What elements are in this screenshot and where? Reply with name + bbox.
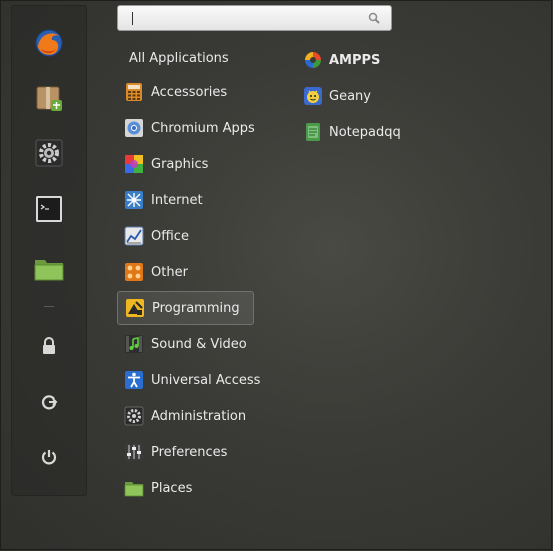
category-administration[interactable]: Administration xyxy=(117,399,254,433)
category-other[interactable]: Other xyxy=(117,255,254,289)
geany-icon xyxy=(304,87,322,105)
chart-icon xyxy=(124,226,144,246)
category-label: Administration xyxy=(151,408,247,424)
admin-gear-icon xyxy=(124,406,144,426)
category-label: Programming xyxy=(152,300,240,316)
category-chromium-apps[interactable]: Chromium Apps xyxy=(117,111,255,145)
other-grid-icon xyxy=(125,263,143,281)
app-label: Notepadqq xyxy=(329,124,401,140)
system-settings-icon xyxy=(35,139,63,167)
category-label: Universal Access xyxy=(151,372,261,388)
text-cursor xyxy=(132,12,133,25)
files-launcher[interactable] xyxy=(32,252,66,286)
category-accessories[interactable]: Accessories xyxy=(117,75,254,109)
firefox-icon xyxy=(35,29,63,57)
color-palette-icon xyxy=(125,155,143,173)
logout-button[interactable] xyxy=(39,392,59,412)
category-label: Graphics xyxy=(151,156,209,172)
app-notepadqq[interactable]: Notepadqq xyxy=(303,120,401,144)
power-icon xyxy=(41,450,57,465)
network-icon xyxy=(125,191,143,209)
category-universal-access[interactable]: Universal Access xyxy=(117,363,260,397)
shutdown-button[interactable] xyxy=(39,447,59,467)
category-label: Other xyxy=(151,264,188,280)
sliders-icon xyxy=(125,443,143,461)
package-manager-launcher[interactable] xyxy=(32,81,66,115)
category-programming[interactable]: Programming xyxy=(117,291,254,325)
terminal-icon xyxy=(36,196,62,222)
programming-tools-icon xyxy=(126,299,144,317)
search-input[interactable] xyxy=(124,9,354,27)
terminal-launcher[interactable] xyxy=(32,192,66,226)
all-applications-category[interactable]: All Applications xyxy=(129,51,229,66)
app-ampps[interactable]: AMPPS xyxy=(303,48,380,72)
category-internet[interactable]: Internet xyxy=(117,183,254,217)
search-box[interactable] xyxy=(117,5,392,31)
files-folder-icon xyxy=(34,260,64,281)
category-office[interactable]: Office xyxy=(117,219,254,253)
app-geany[interactable]: Geany xyxy=(303,84,371,108)
category-label: Internet xyxy=(151,192,203,208)
category-label: Accessories xyxy=(151,84,228,100)
app-label: AMPPS xyxy=(329,52,381,68)
lock-icon xyxy=(43,337,55,354)
category-label: Preferences xyxy=(151,444,228,460)
calculator-icon xyxy=(126,83,142,101)
logout-icon xyxy=(41,395,58,410)
category-graphics[interactable]: Graphics xyxy=(117,147,254,181)
package-manager-icon xyxy=(36,86,62,111)
category-label: Office xyxy=(151,228,189,244)
category-label: Chromium Apps xyxy=(151,120,255,136)
category-places[interactable]: Places xyxy=(117,471,254,505)
category-label: Sound & Video xyxy=(151,336,247,352)
sidebar-separator xyxy=(44,306,54,307)
music-icon xyxy=(125,335,143,353)
notepadqq-icon xyxy=(306,123,320,141)
favorites-sidebar xyxy=(11,5,87,496)
app-label: Geany xyxy=(329,88,371,104)
category-label: Places xyxy=(151,480,193,496)
accessibility-icon xyxy=(125,371,143,389)
system-settings-launcher[interactable] xyxy=(32,136,66,170)
search-icon xyxy=(368,12,380,24)
category-preferences[interactable]: Preferences xyxy=(117,435,254,469)
firefox-launcher[interactable] xyxy=(32,26,66,60)
folder-icon xyxy=(124,482,144,497)
ampps-icon xyxy=(305,52,321,68)
category-sound-video[interactable]: Sound & Video xyxy=(117,327,254,361)
lock-screen-button[interactable] xyxy=(39,336,59,356)
chromium-icon xyxy=(125,119,143,137)
